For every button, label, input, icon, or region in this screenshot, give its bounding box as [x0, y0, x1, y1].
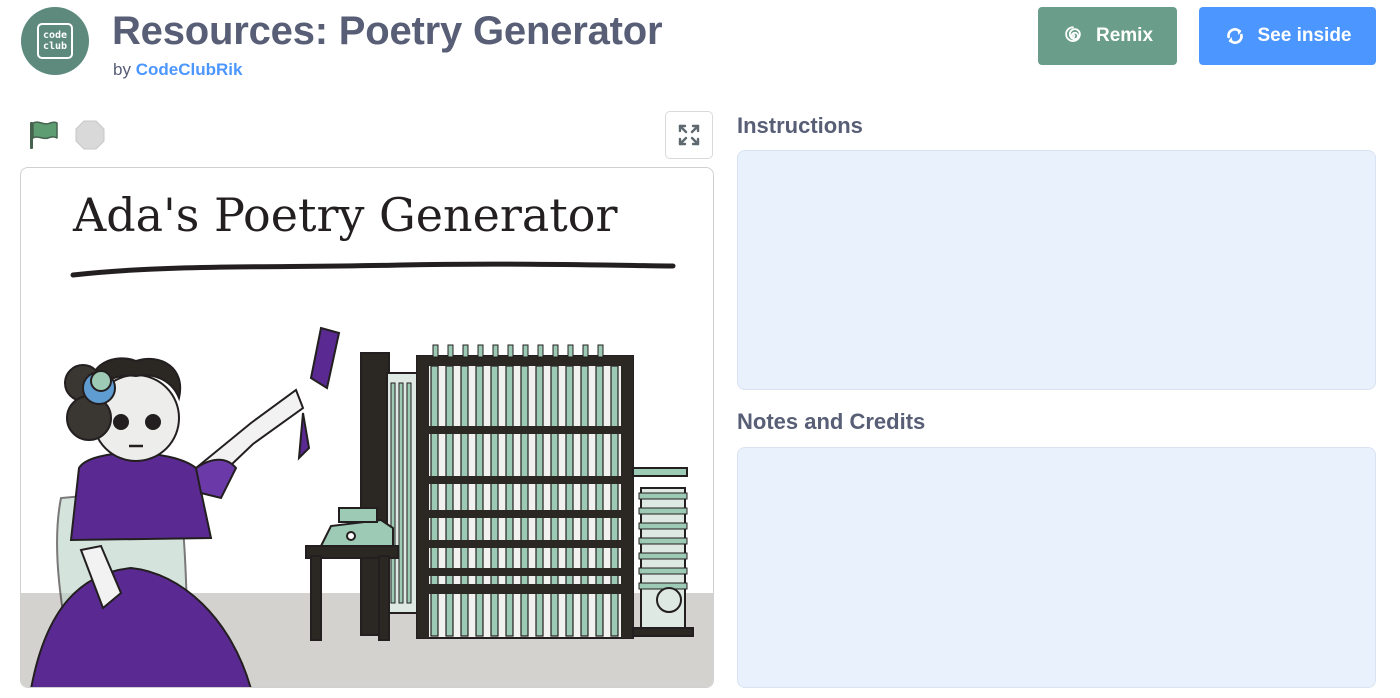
remix-label: Remix — [1095, 25, 1154, 46]
fullscreen-button[interactable] — [665, 111, 713, 159]
logo-text-line2: club — [42, 41, 68, 52]
notes-credits-heading: Notes and Credits — [737, 409, 926, 434]
see-inside-button[interactable]: See inside — [1199, 7, 1376, 65]
green-flag-button[interactable] — [27, 119, 61, 156]
logo-text-line1: code — [42, 30, 68, 41]
stage-illustration — [21, 261, 713, 687]
remix-swirl-icon — [1065, 26, 1081, 42]
instructions-heading: Instructions — [737, 113, 863, 138]
byline: by CodeClubRik — [113, 60, 242, 80]
byline-prefix: by — [113, 60, 131, 79]
stage-title: Ada's Poetry Generator — [73, 188, 618, 242]
title-underline — [70, 261, 676, 278]
stop-icon — [75, 120, 105, 150]
see-inside-label: See inside — [1257, 25, 1352, 46]
fullscreen-icon — [678, 124, 700, 146]
project-title: Resources: Poetry Generator — [112, 9, 663, 53]
remix-button[interactable]: Remix — [1038, 7, 1177, 65]
notes-credits-panel[interactable] — [737, 447, 1376, 688]
instructions-panel[interactable] — [737, 150, 1376, 390]
author-link[interactable]: CodeClubRik — [136, 60, 243, 79]
author-avatar[interactable]: code club — [21, 7, 89, 75]
stop-button[interactable] — [75, 120, 105, 155]
green-flag-icon — [30, 121, 58, 149]
project-stage[interactable]: Ada's Poetry Generator — [20, 167, 714, 688]
code-club-logo: code club — [37, 23, 73, 59]
see-inside-arrows-icon — [1226, 28, 1243, 44]
